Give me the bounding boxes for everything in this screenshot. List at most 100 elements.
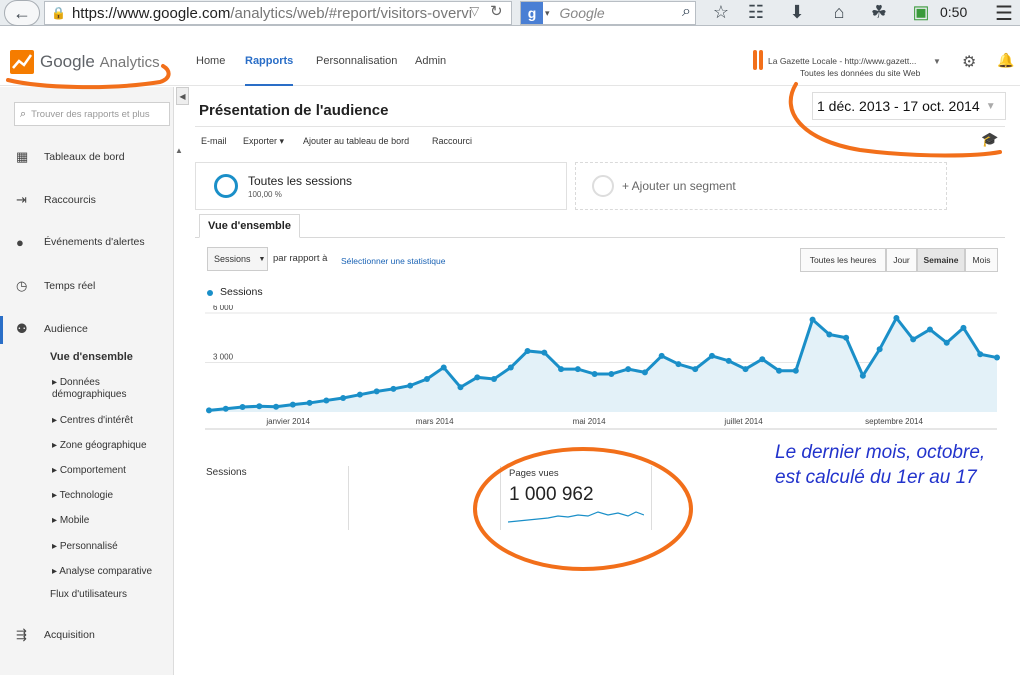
engine-dropdown-icon[interactable]: ▾: [545, 8, 550, 19]
sessions-point: [893, 314, 900, 321]
google-engine-icon[interactable]: g: [521, 2, 543, 24]
hamburger-menu-icon[interactable]: ☰: [995, 1, 1013, 26]
tab-overview[interactable]: Vue d'ensemble: [199, 214, 300, 238]
extension-icon[interactable]: ☘: [868, 2, 890, 23]
sessions-point: [541, 349, 548, 356]
sessions-point: [977, 351, 984, 358]
sessions-point: [725, 357, 732, 364]
export-menu[interactable]: Exporter ▾: [243, 136, 284, 147]
sidebar-item-shortcuts[interactable]: ⇥ Raccourcis: [0, 190, 174, 210]
sidebar-sub-custom[interactable]: ▸ Personnalisé: [52, 541, 118, 552]
star-icon[interactable]: ☆: [710, 2, 732, 23]
segment-all-sessions[interactable]: Toutes les sessions 100,00 %: [195, 162, 567, 210]
sessions-point: [675, 361, 682, 368]
sessions-point: [960, 324, 967, 331]
nav-rapports[interactable]: Rapports: [245, 55, 293, 67]
email-link[interactable]: E-mail: [201, 136, 227, 146]
sessions-point: [373, 388, 380, 395]
date-range-text: 1 déc. 2013 - 17 oct. 2014: [817, 98, 980, 114]
url-dropdown-icon[interactable]: ▽: [470, 4, 479, 18]
sidebar-item-label: Acquisition: [44, 629, 95, 641]
sessions-point: [206, 407, 212, 414]
sidebar-scroll-up-icon[interactable]: ▲: [175, 146, 183, 155]
sessions-point: [491, 376, 498, 382]
sidebar-sub-mobile[interactable]: ▸ Mobile: [52, 515, 89, 526]
granularity-hourly[interactable]: Toutes les heures: [800, 248, 886, 272]
shortcut-link[interactable]: Raccourci: [432, 136, 472, 146]
account-name[interactable]: La Gazette Locale - http://www.gazett...: [768, 56, 916, 66]
granularity-week[interactable]: Semaine: [917, 248, 965, 272]
clock-text: 0:50: [940, 4, 968, 20]
sidebar-sub-technology[interactable]: ▸ Technologie: [52, 490, 113, 501]
ga-logo[interactable]: Google Analytics: [10, 50, 160, 74]
url-host: https://www.google.com: [71, 4, 231, 22]
sessions-point: [826, 331, 833, 338]
ga-logo-icon: [10, 50, 34, 74]
sessions-point: [222, 405, 229, 412]
select-metric-link[interactable]: Sélectionner une statistique: [341, 256, 445, 266]
sessions-point: [641, 369, 648, 376]
sidebar-sub-label: Technologie: [59, 490, 113, 501]
sidebar-item-dashboards[interactable]: ▦ Tableaux de bord: [0, 147, 174, 167]
sidebar-sub-label: Zone géographique: [59, 440, 147, 451]
url-bar[interactable]: 🔒 https://www.google.com/analytics/web/#…: [44, 1, 512, 25]
sidebar-item-acquisition[interactable]: ⇶ Acquisition: [0, 625, 174, 645]
sidebar-sub-benchmarking[interactable]: ▸ Analyse comparative: [52, 566, 152, 577]
sidebar-sub-label: Données démographiques: [52, 377, 127, 400]
sidebar-sub-overview[interactable]: Vue d'ensemble: [50, 351, 133, 363]
reload-icon[interactable]: ↻: [490, 2, 503, 20]
home-icon[interactable]: ⌂: [828, 2, 850, 23]
search-icon: ⌕: [20, 107, 27, 120]
account-view[interactable]: Toutes les données du site Web: [800, 68, 920, 78]
divider: [195, 126, 1005, 127]
sessions-point: [440, 364, 447, 371]
clipboard-icon[interactable]: ☷: [745, 2, 767, 23]
browser-search-input[interactable]: g ▾ Google ⌕: [520, 1, 696, 25]
lock-icon: 🔒: [51, 6, 66, 20]
nav-admin[interactable]: Admin: [415, 55, 446, 67]
account-dropdown-icon[interactable]: ▼: [933, 57, 941, 66]
sidebar-sub-user-flow[interactable]: Flux d'utilisateurs: [50, 589, 127, 600]
add-to-dashboard-link[interactable]: Ajouter au tableau de bord: [303, 136, 409, 146]
sessions-point: [474, 374, 481, 381]
granularity-day[interactable]: Jour: [886, 248, 917, 272]
pageviews-value: 1 000 962: [509, 484, 594, 505]
annotation-line-1: Le dernier mois, octobre,: [775, 442, 986, 463]
compare-label: par rapport à: [273, 253, 328, 264]
sidebar-sub-geo[interactable]: ▸ Zone géographique: [52, 440, 147, 451]
granularity-month[interactable]: Mois: [965, 248, 998, 272]
sessions-point: [625, 366, 632, 373]
metric-select[interactable]: Sessions ▼: [207, 247, 268, 271]
sidebar-sub-behavior[interactable]: ▸ Comportement: [52, 465, 126, 476]
search-icon[interactable]: ⌕: [682, 3, 691, 21]
download-icon[interactable]: ⬇: [786, 2, 808, 23]
nav-home[interactable]: Home: [196, 55, 225, 67]
divider: [348, 466, 349, 530]
sessions-point: [457, 384, 464, 391]
graduation-cap-icon[interactable]: 🎓: [981, 131, 998, 148]
chevron-down-icon: ▼: [258, 255, 266, 263]
sidebar: ⌕ Trouver des rapports et plus ▦ Tableaux…: [0, 87, 174, 675]
ga-header: Google Analytics Home Rapports Personnal…: [0, 40, 1020, 86]
report-search-input[interactable]: ⌕ Trouver des rapports et plus: [14, 102, 170, 126]
bell-icon[interactable]: 🔔: [997, 52, 1014, 69]
sidebar-sub-interests[interactable]: ▸ Centres d'intérêt: [52, 415, 133, 426]
sessions-point: [692, 366, 699, 373]
pageviews-sparkline: [508, 511, 644, 523]
divider: [651, 466, 652, 530]
segment-percentage: 100,00 %: [248, 190, 282, 199]
nav-personnalisation[interactable]: Personnalisation: [316, 55, 397, 67]
back-arrow-icon[interactable]: ←: [4, 0, 40, 26]
sidebar-item-audience[interactable]: ⚉ Audience: [0, 319, 174, 339]
sessions-point: [289, 401, 296, 408]
sidebar-sub-demographics[interactable]: ▸ Données démographiques: [52, 377, 162, 401]
add-segment-button[interactable]: + Ajouter un segment: [575, 162, 947, 210]
pageviews-label: Pages vues: [509, 468, 559, 479]
browser-toolbar: ← 🔒 https://www.google.com/analytics/web…: [0, 0, 1020, 26]
y-tick-label: 3 000: [213, 353, 234, 362]
sidebar-item-realtime[interactable]: ◷ Temps réel: [0, 276, 174, 296]
gear-icon[interactable]: ⚙: [962, 52, 976, 72]
sidebar-item-alerts[interactable]: ● Événements d'alertes: [0, 232, 174, 252]
collapse-sidebar-icon[interactable]: ◀: [176, 87, 189, 105]
date-range-picker[interactable]: 1 déc. 2013 - 17 oct. 2014 ▼: [812, 92, 1006, 120]
